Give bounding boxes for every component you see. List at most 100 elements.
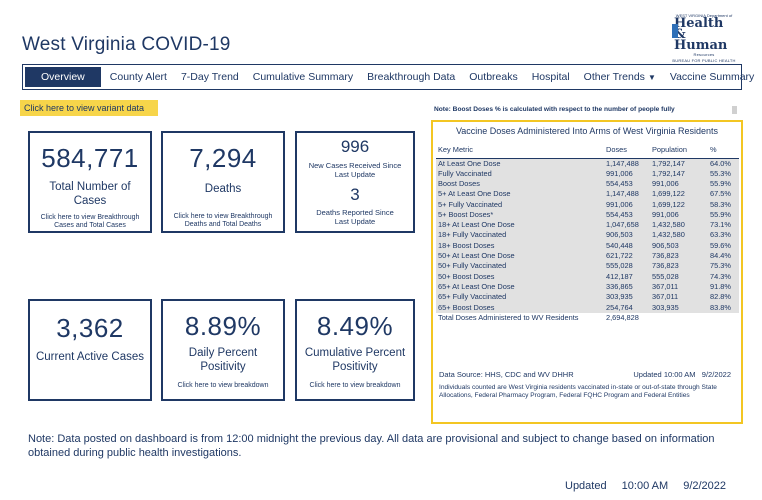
cell-empty <box>708 312 739 323</box>
cell-percent: 64.0% <box>708 158 739 169</box>
new-cases-value: 996 <box>340 137 370 156</box>
vaccine-updated-date: 9/2/2022 <box>701 370 731 379</box>
cell-population: 367,011 <box>650 292 708 303</box>
table-row: 5+ Fully Vaccinated 991,006 1,699,122 58.3% <box>436 199 739 210</box>
table-row: 65+ At Least One Dose 336,865 367,011 91.8% <box>436 281 739 293</box>
daily-positivity-card[interactable]: 8.89% Daily Percent Positivity Click her… <box>161 299 285 401</box>
scrollbar[interactable] <box>732 106 737 114</box>
vaccine-panel-title: Vaccine Doses Administered Into Arms of … <box>455 126 719 136</box>
cell-population: 1,792,147 <box>650 168 708 179</box>
cumulative-positivity-value: 8.49% <box>316 311 394 341</box>
cell-population: 1,699,122 <box>650 199 708 210</box>
chevron-down-icon: ▼ <box>647 72 656 82</box>
cell-doses: 254,764 <box>604 302 650 313</box>
footer-updated-label: Updated <box>565 480 607 492</box>
boost-doses-note: Note: Boost Doses % is calculated with r… <box>434 106 675 113</box>
deaths-card[interactable]: 7,294 Deaths Click here to view Breakthr… <box>161 131 285 233</box>
cell-percent: 84.4% <box>708 250 739 262</box>
cell-population: 906,503 <box>650 240 708 251</box>
dhhr-logo: WEST VIRGINIA Department of Health & Hum… <box>668 14 740 63</box>
tab-county-alert[interactable]: County Alert <box>103 65 174 89</box>
cumulative-positivity-link[interactable]: Click here to view breakdown <box>297 382 413 390</box>
cell-doses: 336,865 <box>604 281 650 293</box>
table-row: 50+ Fully Vaccinated 555,028 736,823 75.3% <box>436 261 739 272</box>
table-row: Fully Vaccinated 991,006 1,792,147 55.3% <box>436 168 739 179</box>
cell-total-value: 2,694,828 <box>604 312 650 323</box>
cell-percent: 74.3% <box>708 271 739 282</box>
cell-doses: 540,448 <box>604 240 650 251</box>
cell-population: 991,006 <box>650 209 708 220</box>
cell-key-metric: 50+ Boost Doses <box>436 271 604 282</box>
cell-doses: 621,722 <box>604 250 650 262</box>
table-row: 18+ Boost Doses 540,448 906,503 59.6% <box>436 240 739 251</box>
cell-total-label: Total Doses Administered to WV Residents <box>436 312 604 323</box>
cumulative-positivity-label: Cumulative Percent Positivity <box>304 347 406 373</box>
cell-doses: 1,147,488 <box>604 189 650 200</box>
cell-key-metric: 50+ At Least One Dose <box>436 250 604 262</box>
cumulative-positivity-card[interactable]: 8.49% Cumulative Percent Positivity Clic… <box>295 299 415 401</box>
logo-bureau: BUREAU FOR PUBLIC HEALTH <box>672 58 736 63</box>
cell-key-metric: 50+ Fully Vaccinated <box>436 261 604 272</box>
total-cases-value: 584,771 <box>41 143 139 173</box>
cell-key-metric: 18+ Boost Doses <box>436 240 604 251</box>
cell-key-metric: 5+ At Least One Dose <box>436 189 604 200</box>
vaccine-updated-label: Updated <box>633 370 662 379</box>
col-doses: Doses <box>604 142 650 159</box>
cell-population: 1,432,580 <box>650 230 708 241</box>
cell-doses: 906,503 <box>604 230 650 241</box>
daily-positivity-link[interactable]: Click here to view breakdown <box>163 382 283 390</box>
vaccine-updated-time: 10:00 AM <box>663 370 696 379</box>
active-cases-value: 3,362 <box>56 313 124 343</box>
tab-breakthrough-data[interactable]: Breakthrough Data <box>360 65 462 89</box>
total-cases-label: Total Number of Cases <box>49 181 131 207</box>
footer-updated-date: 9/2/2022 <box>683 480 727 492</box>
daily-positivity-label: Daily Percent Positivity <box>188 347 258 373</box>
cell-key-metric: 65+ At Least One Dose <box>436 281 604 293</box>
nav-bar: Overview County Alert 7-Day Trend Cumula… <box>22 64 754 90</box>
deaths-link[interactable]: Click here to view Breakthrough Deaths a… <box>163 213 283 229</box>
tab-cumulative-summary[interactable]: Cumulative Summary <box>246 65 360 89</box>
tab-overview[interactable]: Overview <box>25 67 101 87</box>
cell-percent: 67.5% <box>708 189 739 200</box>
tab-7-day-trend[interactable]: 7-Day Trend <box>174 65 246 89</box>
wv-state-icon <box>672 24 678 38</box>
tab-hospital[interactable]: Hospital <box>525 65 577 89</box>
active-cases-label: Current Active Cases <box>35 351 144 363</box>
vaccine-table-body: At Least One Dose 1,147,488 1,792,147 64.0%… <box>436 158 739 323</box>
cell-key-metric: At Least One Dose <box>436 158 604 169</box>
cell-population: 367,011 <box>650 281 708 293</box>
data-disclaimer: Note: Data posted on dashboard is from 1… <box>28 433 715 459</box>
tab-other-trends-label: Other Trends <box>583 71 645 83</box>
cell-percent: 63.3% <box>708 230 739 241</box>
cell-population: 736,823 <box>650 250 708 262</box>
table-row: 18+ At Least One Dose 1,047,658 1,432,580 7… <box>436 219 739 231</box>
table-row: 18+ Fully Vaccinated 906,503 1,432,580 63.3… <box>436 230 739 241</box>
cell-percent: 55.9% <box>708 209 739 220</box>
cell-population: 303,935 <box>650 302 708 313</box>
cell-doses: 554,453 <box>604 178 650 190</box>
table-row: 50+ At Least One Dose 621,722 736,823 84.4% <box>436 250 739 262</box>
deaths-value: 7,294 <box>189 143 257 173</box>
cell-key-metric: 5+ Fully Vaccinated <box>436 199 604 210</box>
footer-updated: Updated 10:00 AM 9/2/2022 <box>565 480 738 492</box>
tab-other-trends[interactable]: Other Trends ▼ <box>577 65 663 89</box>
cell-key-metric: Boost Doses <box>436 178 604 190</box>
tab-vaccine-summary[interactable]: Vaccine Summary <box>663 65 761 89</box>
cell-percent: 55.3% <box>708 168 739 179</box>
total-cases-card[interactable]: 584,771 Total Number of Cases Click here… <box>28 131 152 233</box>
col-percent: % <box>708 142 739 159</box>
tab-outbreaks[interactable]: Outbreaks <box>462 65 524 89</box>
cell-population: 1,699,122 <box>650 189 708 200</box>
vaccine-fine-print: Individuals counted are West Virginia re… <box>439 384 717 399</box>
total-cases-link[interactable]: Click here to view Breakthrough Cases an… <box>30 214 150 230</box>
cell-percent: 55.9% <box>708 178 739 190</box>
daily-positivity-value: 8.89% <box>184 311 262 341</box>
new-cases-card: 996 New Cases Received Since Last Update… <box>295 131 415 233</box>
variant-data-link[interactable]: Click here to view variant data <box>20 100 158 116</box>
table-row-total: Total Doses Administered to WV Residents… <box>436 312 739 323</box>
active-cases-card: 3,362 Current Active Cases <box>28 299 152 401</box>
cell-key-metric: 5+ Boost Doses* <box>436 209 604 220</box>
table-row: At Least One Dose 1,147,488 1,792,147 64.0% <box>436 158 739 169</box>
table-row: 65+ Fully Vaccinated 303,935 367,011 82.8% <box>436 292 739 303</box>
cell-doses: 554,453 <box>604 209 650 220</box>
